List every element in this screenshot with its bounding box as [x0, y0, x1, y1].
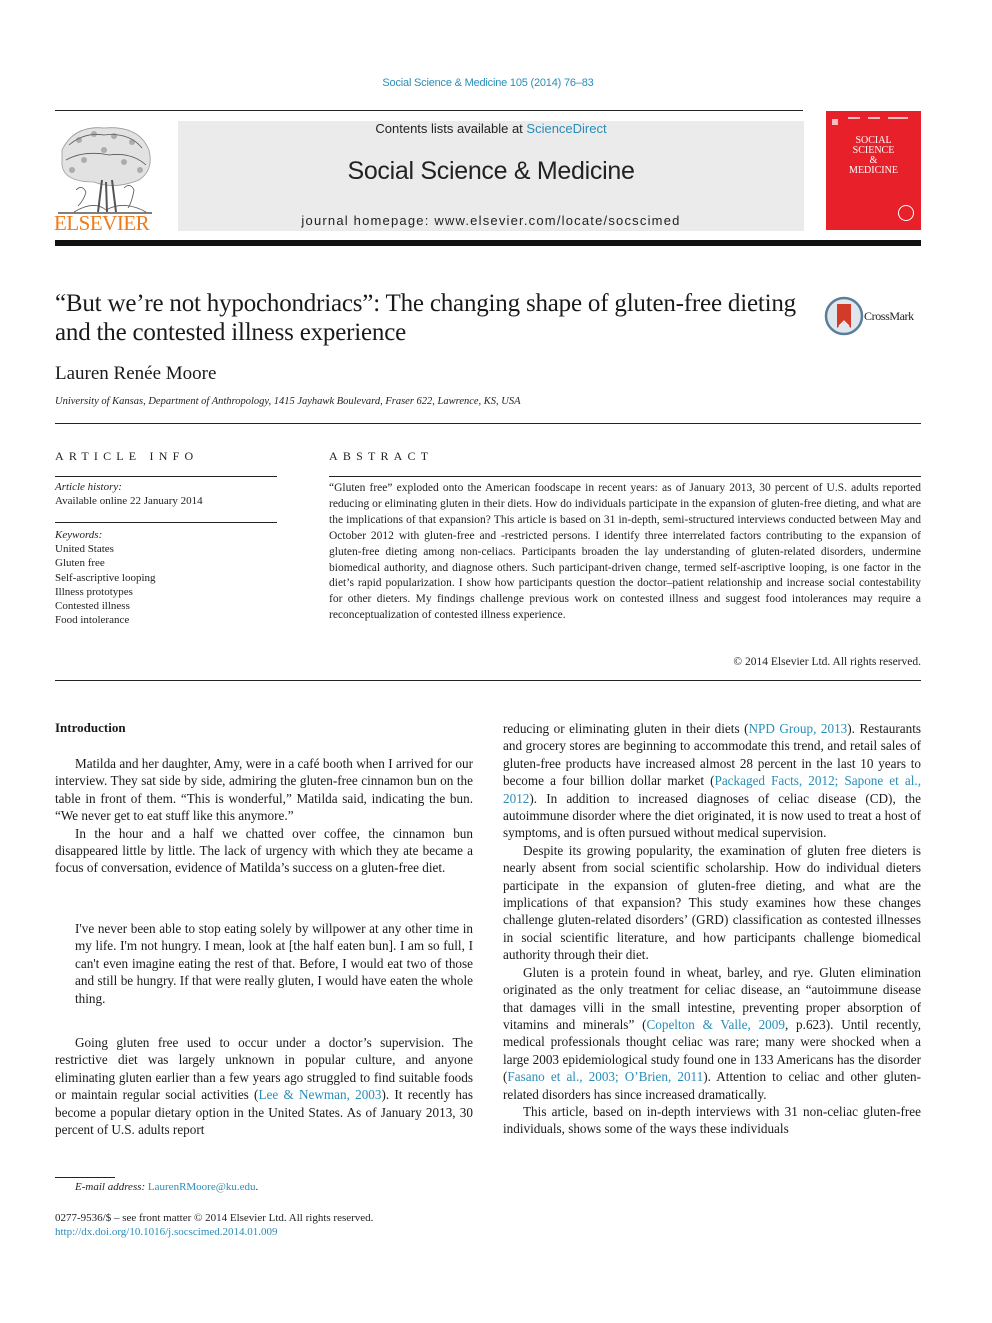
keyword-item: Self-ascriptive looping — [55, 571, 156, 584]
introduction-heading: Introduction — [55, 720, 126, 735]
front-matter-notice: 0277-9536/$ – see front matter © 2014 El… — [55, 1212, 374, 1224]
blockquote-text: I've never been able to stop eating sole… — [75, 921, 473, 1006]
elsevier-wordmark: ELSEVIER — [54, 211, 150, 235]
cover-elsevier-mark — [832, 119, 838, 125]
abstract-copyright: © 2014 Elsevier Ltd. All rights reserved… — [733, 656, 921, 668]
email-suffix: . — [255, 1181, 259, 1193]
body-paragraph: Despite its growing popularity, the exam… — [503, 842, 921, 963]
footnote-email: E-mail address: LaurenRMoore@ku.edu. — [75, 1181, 258, 1193]
header-thick-rule — [55, 240, 921, 246]
article-info-rule-2 — [55, 522, 277, 523]
interview-blockquote: I've never been able to stop eating sole… — [75, 920, 473, 1007]
right-column: reducing or eliminating gluten in their … — [503, 720, 921, 1138]
abstract-end-rule — [55, 680, 921, 681]
keyword-item: Illness prototypes — [55, 585, 133, 598]
body-paragraph: reducing or eliminating gluten in their … — [503, 720, 921, 842]
journal-citation-link[interactable]: Social Science & Medicine 105 (2014) 76–… — [0, 77, 976, 89]
article-info-rule-1 — [55, 476, 277, 477]
body-paragraph: In the hour and a half we chatted over c… — [55, 825, 473, 876]
keyword-item: Food intolerance — [55, 614, 130, 627]
left-column-intro: Matilda and her daughter, Amy, were in a… — [55, 755, 473, 877]
article-info-heading: ARTICLE INFO — [55, 449, 199, 463]
citation-link[interactable]: Lee & Newman, 2003 — [258, 1087, 381, 1102]
sciencedirect-link[interactable]: ScienceDirect — [526, 121, 606, 136]
keywords-list: United States Gluten free Self-ascriptiv… — [55, 542, 156, 628]
keyword-item: Gluten free — [55, 557, 105, 570]
cover-title-line-4: MEDICINE — [849, 165, 898, 176]
journal-cover-thumbnail[interactable]: SOCIAL SCIENCE & MEDICINE — [826, 111, 921, 230]
author-name: Lauren Renée Moore — [55, 363, 217, 384]
journal-homepage-line: journal homepage: www.elsevier.com/locat… — [178, 213, 804, 228]
journal-name: Social Science & Medicine — [347, 157, 635, 185]
keyword-item: United States — [55, 543, 114, 555]
body-paragraph: Gluten is a protein found in wheat, barl… — [503, 964, 921, 1103]
article-history-value: Available online 22 January 2014 — [55, 495, 203, 507]
citation-link[interactable]: Fasano et al., 2003; O’Brien, 2011 — [507, 1069, 703, 1084]
body-paragraph: Matilda and her daughter, Amy, were in a… — [55, 756, 473, 824]
abstract-rule — [329, 476, 921, 477]
citation-link[interactable]: NPD Group, 2013 — [748, 721, 847, 736]
cover-meta-3 — [888, 117, 908, 119]
article-title: “But we’re not hypochondriacs”: The chan… — [55, 290, 796, 346]
paragraph-text: ). In addition to increased diagnoses of… — [503, 790, 921, 841]
homepage-prefix: journal homepage: — [301, 213, 435, 228]
contents-available-line: Contents lists available at ScienceDirec… — [178, 121, 804, 136]
crossmark-label[interactable]: CrossMark — [864, 309, 914, 324]
body-paragraph: Going gluten free used to occur under a … — [55, 1034, 473, 1138]
abstract-heading: ABSTRACT — [329, 449, 434, 463]
doi-link[interactable]: http://dx.doi.org/10.1016/j.socscimed.20… — [55, 1226, 278, 1238]
paragraph-text: reducing or eliminating gluten in their … — [503, 721, 749, 736]
article-history-label: Article history: — [55, 481, 122, 493]
cover-meta-1 — [848, 117, 860, 119]
body-paragraph: This article, based on in-depth intervie… — [503, 1103, 921, 1137]
cover-title-line-2: SCIENCE — [852, 145, 895, 156]
cover-title-line-3: & — [869, 155, 878, 166]
cover-seal-icon — [898, 205, 914, 221]
email-link[interactable]: LaurenRMoore@ku.edu — [148, 1181, 256, 1193]
keyword-item: Contested illness — [55, 600, 130, 613]
cover-title-line-1: SOCIAL — [855, 135, 892, 146]
citation-link[interactable]: Copelton & Valle, 2009 — [646, 1017, 785, 1032]
crossmark-icon[interactable] — [824, 296, 864, 336]
email-label: E-mail address: — [75, 1181, 146, 1193]
keywords-label: Keywords: — [55, 529, 103, 541]
header-top-rule — [55, 110, 803, 111]
author-affiliation: University of Kansas, Department of Anth… — [55, 396, 521, 407]
abstract-body: “Gluten free” exploded onto the American… — [329, 482, 921, 622]
cover-meta-2 — [868, 117, 880, 119]
contents-prefix: Contents lists available at — [375, 121, 527, 136]
left-column-continued: Going gluten free used to occur under a … — [55, 1034, 473, 1138]
footnote-rule — [55, 1177, 115, 1178]
homepage-url[interactable]: www.elsevier.com/locate/socscimed — [434, 213, 680, 228]
affiliation-rule — [55, 423, 921, 424]
